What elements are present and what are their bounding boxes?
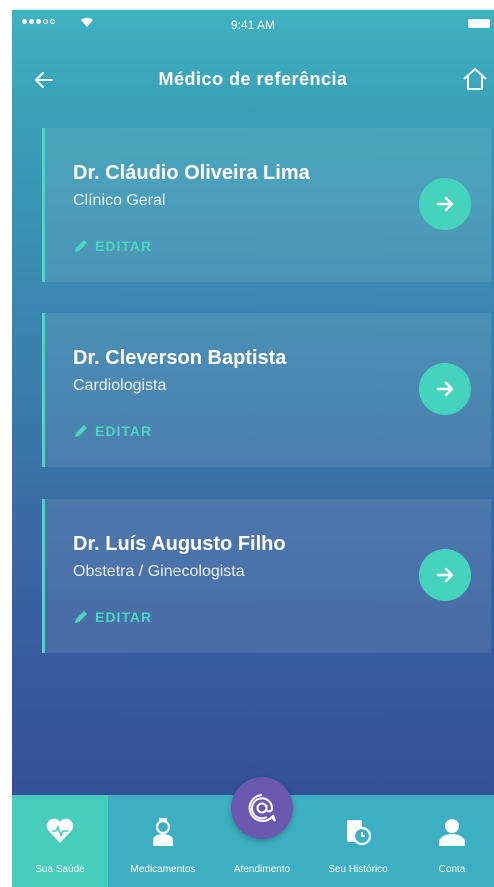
app-screen: 9:41 AM Médico de referência Dr. Cláudio… [12, 10, 494, 887]
arrow-right-icon [436, 196, 454, 212]
navigation-bar: Médico de referência [12, 50, 494, 110]
edit-label: EDITAR [95, 423, 153, 439]
pencil-icon [75, 240, 87, 252]
tab-seu-historico[interactable]: Seu Histórico [306, 795, 410, 887]
heart-icon [46, 818, 74, 843]
home-icon[interactable] [460, 64, 490, 94]
tab-label: Seu Histórico [328, 864, 388, 875]
tab-atendimento[interactable]: Atendimento [218, 777, 306, 887]
status-time: 9:41 AM [230, 18, 276, 32]
open-doctor-button[interactable] [419, 363, 471, 415]
edit-button[interactable]: EDITAR [73, 423, 152, 439]
tab-label: Atendimento [233, 864, 291, 875]
doctor-name: Dr. Cláudio Oliveira Lima [73, 162, 310, 184]
nurse-icon [153, 818, 173, 846]
doctor-specialty: Obstetra / Ginecologista [73, 563, 245, 580]
tab-label: Medicamentos [130, 864, 196, 875]
doctor-specialty: Clínico Geral [73, 192, 166, 209]
atendimento-fab[interactable] [231, 777, 293, 839]
edit-label: EDITAR [95, 238, 153, 254]
history-clock-icon [347, 820, 372, 846]
pencil-icon [75, 425, 87, 437]
tab-label: Conta [438, 864, 466, 875]
open-doctor-button[interactable] [419, 178, 471, 230]
tab-bar: Sua Saúde Medicamentos Atendimento Seu H… [12, 777, 494, 887]
arrow-right-icon [436, 567, 454, 583]
doctor-card[interactable]: Dr. Luís Augusto Filho Obstetra / Gineco… [42, 499, 491, 653]
doctor-name: Dr. Luís Augusto Filho [73, 533, 286, 555]
battery-icon [468, 19, 490, 28]
doctor-name: Dr. Cleverson Baptista [73, 347, 287, 369]
doctor-card[interactable]: Dr. Cláudio Oliveira Lima Clínico Geral … [42, 128, 491, 282]
arrow-right-icon [436, 381, 454, 397]
open-doctor-button[interactable] [419, 549, 471, 601]
tab-sua-saude[interactable]: Sua Saúde [12, 795, 108, 887]
at-chat-icon [248, 794, 276, 822]
user-icon [439, 819, 465, 846]
tab-label: Sua Saúde [35, 864, 85, 875]
edit-button[interactable]: EDITAR [73, 238, 152, 254]
tab-medicamentos[interactable]: Medicamentos [108, 795, 218, 887]
status-bar: 9:41 AM [12, 10, 494, 40]
edit-label: EDITAR [95, 609, 153, 625]
pencil-icon [75, 611, 87, 623]
doctor-card[interactable]: Dr. Cleverson Baptista Cardiologista EDI… [42, 313, 491, 467]
edit-button[interactable]: EDITAR [73, 609, 152, 625]
page-title: Médico de referência [158, 69, 348, 89]
doctor-specialty: Cardiologista [73, 377, 167, 394]
tab-conta[interactable]: Conta [410, 795, 494, 887]
